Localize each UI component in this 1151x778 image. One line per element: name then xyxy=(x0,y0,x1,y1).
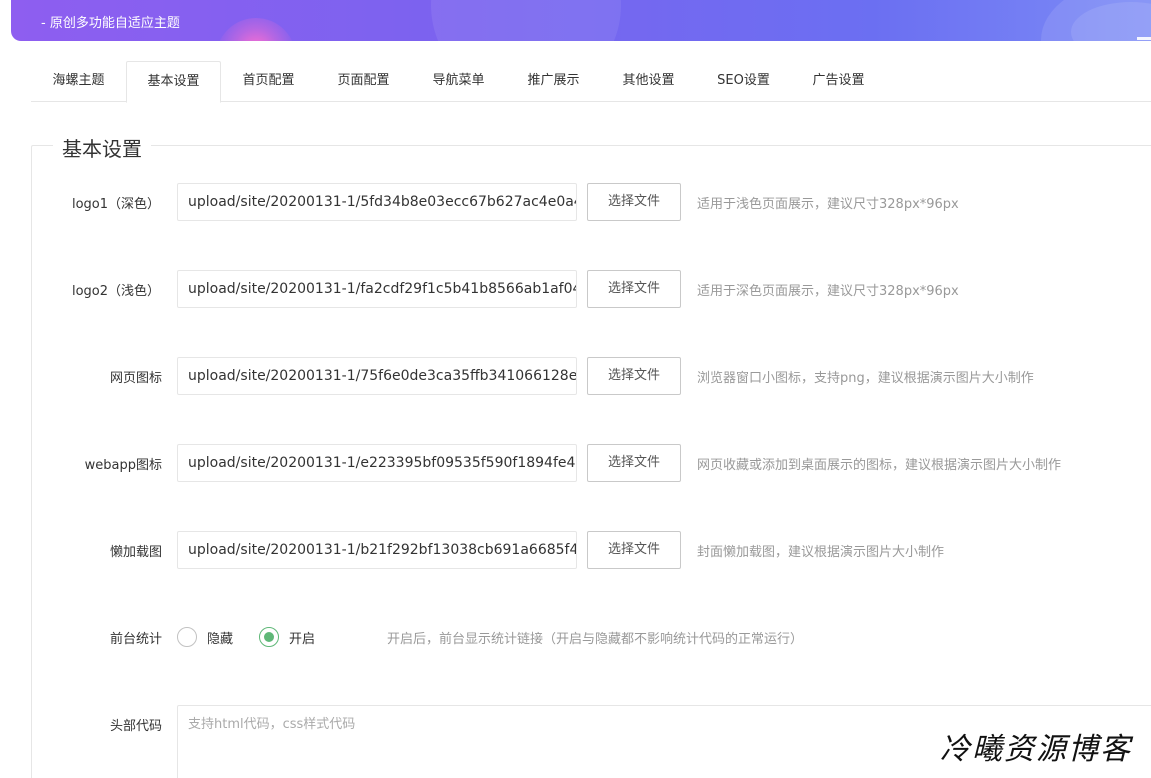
lazyload-image-choose-file-button[interactable]: 选择文件 xyxy=(587,531,681,569)
tab-ad-settings[interactable]: 广告设置 xyxy=(791,61,886,102)
stats-show-radio[interactable]: 开启 xyxy=(259,626,315,648)
webapp-icon-path-input[interactable]: upload/site/20200131-1/e223395bf09535f59… xyxy=(177,444,577,482)
logo2-label: logo2（浅色） xyxy=(71,284,160,299)
webapp-icon-hint: 网页收藏或添加到桌面展示的图标，建议根据演示图片大小制作 xyxy=(697,458,1062,473)
tab-basic-settings[interactable]: 基本设置 xyxy=(126,61,221,103)
section-title: 基本设置 xyxy=(53,133,151,162)
favicon-hint: 浏览器窗口小图标，支持png，建议根据演示图片大小制作 xyxy=(697,371,1034,386)
banner-decoration xyxy=(216,18,296,41)
tab-seo-settings[interactable]: SEO设置 xyxy=(696,61,791,102)
banner-dash xyxy=(1137,37,1151,40)
logo2-path-input[interactable]: upload/site/20200131-1/fa2cdf29f1c5b41b8… xyxy=(177,270,577,308)
watermark: 冷曦资源博客 xyxy=(940,732,1132,767)
logo2-choose-file-button[interactable]: 选择文件 xyxy=(587,270,681,308)
lazyload-image-path-input[interactable]: upload/site/20200131-1/b21f292bf13038cb6… xyxy=(177,531,577,569)
lazyload-image-hint: 封面懒加载图，建议根据演示图片大小制作 xyxy=(697,545,945,560)
tab-other-settings[interactable]: 其他设置 xyxy=(601,61,696,102)
stats-hide-label: 隐藏 xyxy=(207,631,234,647)
settings-tabs: 海螺主题 基本设置 首页配置 页面配置 导航菜单 推广展示 其他设置 SEO设置… xyxy=(31,61,1151,103)
stats-label: 前台统计 xyxy=(109,632,162,647)
tab-promotion[interactable]: 推广展示 xyxy=(506,61,601,102)
tab-theme[interactable]: 海螺主题 xyxy=(31,61,126,102)
favicon-path-input[interactable]: upload/site/20200131-1/75f6e0de3ca35ffb3… xyxy=(177,357,577,395)
tab-home-config[interactable]: 首页配置 xyxy=(221,61,316,102)
logo1-hint: 适用于浅色页面展示，建议尺寸328px*96px xyxy=(697,197,959,212)
webapp-icon-choose-file-button[interactable]: 选择文件 xyxy=(587,444,681,482)
tab-page-config[interactable]: 页面配置 xyxy=(316,61,411,102)
favicon-choose-file-button[interactable]: 选择文件 xyxy=(587,357,681,395)
tab-nav-menu[interactable]: 导航菜单 xyxy=(411,61,506,102)
lazyload-image-label: 懒加载图 xyxy=(109,545,162,560)
webapp-icon-label: webapp图标 xyxy=(84,458,162,473)
logo2-hint: 适用于深色页面展示，建议尺寸328px*96px xyxy=(697,284,959,299)
header-banner: - 原创多功能自适应主题 xyxy=(11,0,1151,41)
banner-decoration xyxy=(431,0,621,41)
header-title: - 原创多功能自适应主题 xyxy=(41,16,180,31)
logo1-label: logo1（深色） xyxy=(71,197,160,212)
logo1-choose-file-button[interactable]: 选择文件 xyxy=(587,183,681,221)
stats-show-label: 开启 xyxy=(289,631,316,647)
stats-hide-radio[interactable]: 隐藏 xyxy=(177,626,233,648)
radio-unchecked-icon xyxy=(177,627,197,647)
head-code-label: 头部代码 xyxy=(109,719,162,734)
favicon-label: 网页图标 xyxy=(109,371,162,386)
radio-checked-icon xyxy=(259,627,279,647)
stats-hint: 开启后，前台显示统计链接（开启与隐藏都不影响统计代码的正常运行） xyxy=(387,632,804,647)
logo1-path-input[interactable]: upload/site/20200131-1/5fd34b8e03ecc67b6… xyxy=(177,183,577,221)
